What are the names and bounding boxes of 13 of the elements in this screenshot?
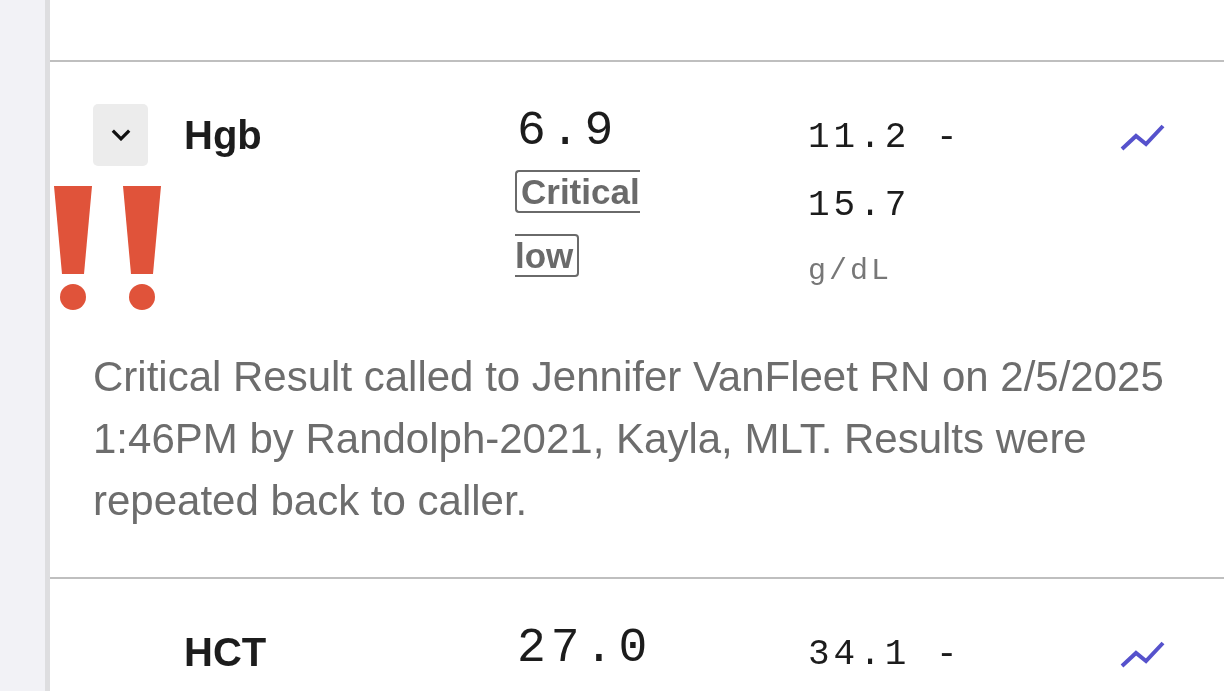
unit-label: g/dL (808, 253, 893, 290)
result-value: 27.0 (517, 621, 653, 675)
chevron-down-icon (110, 129, 131, 141)
test-name: HCT (184, 629, 268, 676)
result-value: 6.9 (517, 104, 619, 158)
reference-range: 11.2 - 15.7 (808, 116, 963, 228)
test-name: Hgb (184, 112, 263, 159)
result-comment: Critical Result called to Jennifer VanFleet RN on 2/5/2025 1:46PM by Randolph-2021, Kayla, MLT. Results were repeated back to caller. (93, 352, 1165, 526)
result-flag: Critical low (515, 169, 641, 279)
expand-toggle-button[interactable] (93, 104, 148, 166)
trend-line-icon[interactable] (1120, 123, 1165, 151)
trend-line-icon[interactable] (1120, 640, 1165, 668)
reference-range: 34.1 - (808, 633, 963, 677)
